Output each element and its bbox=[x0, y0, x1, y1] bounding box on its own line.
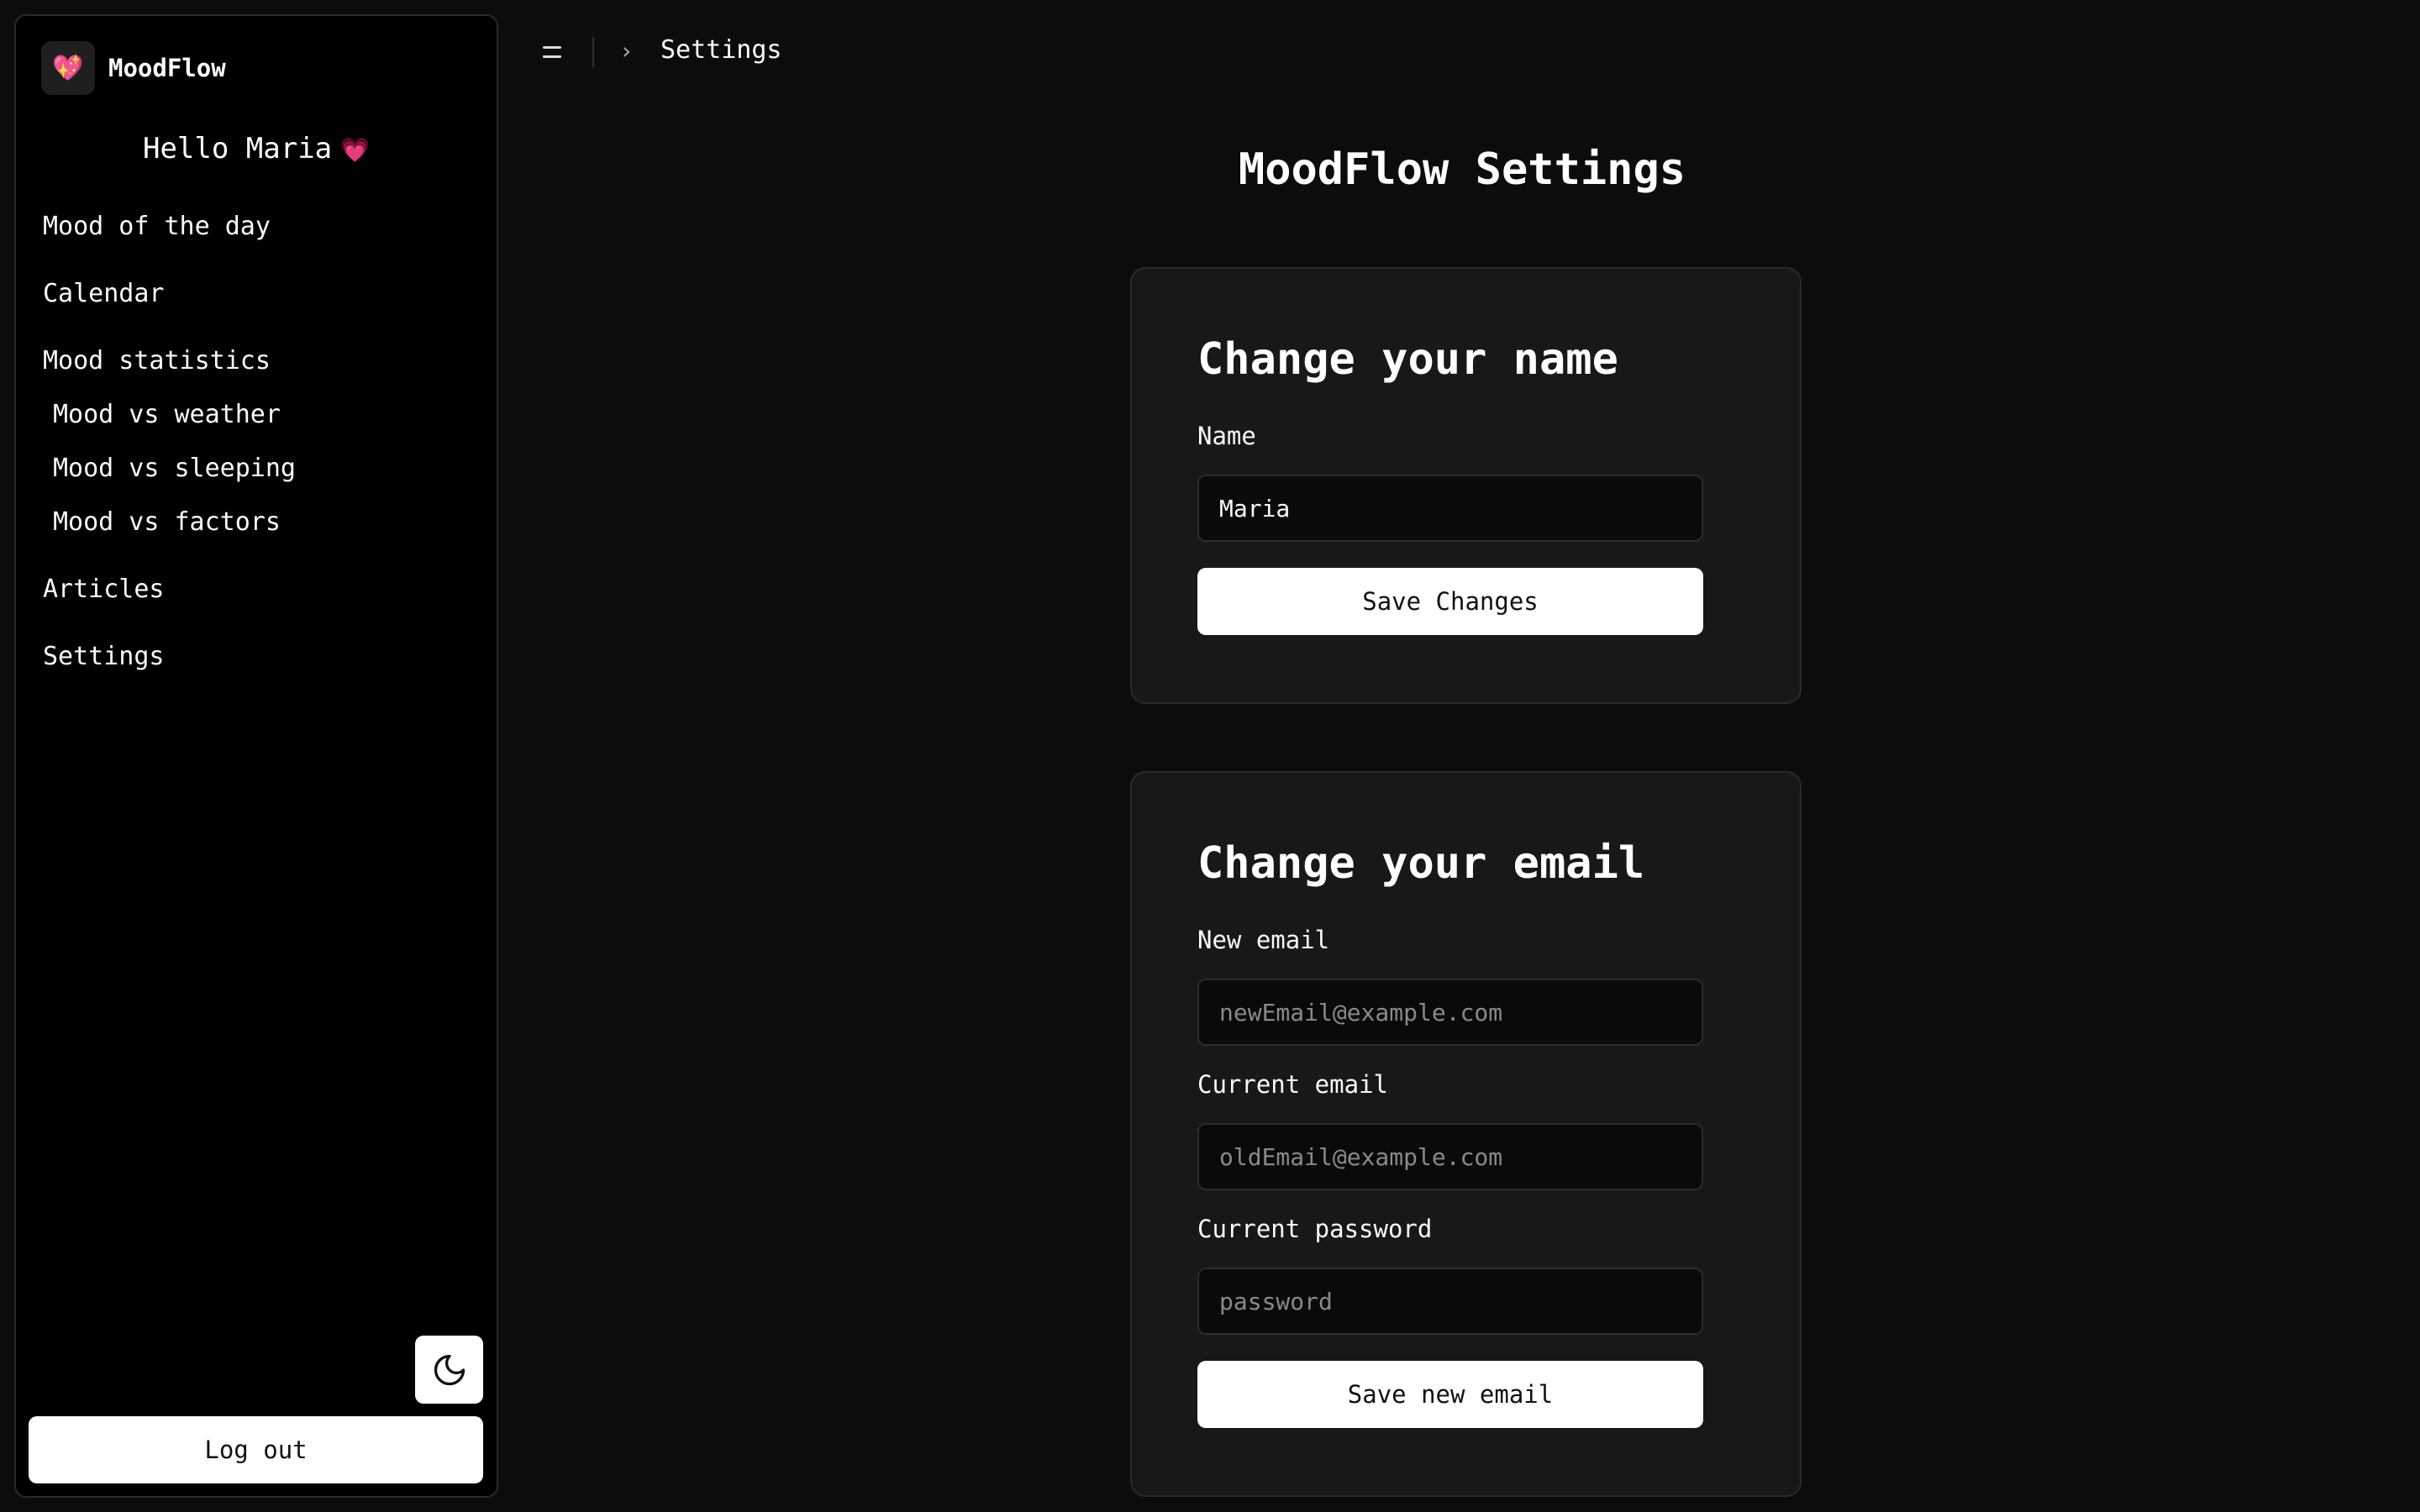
new-email-input[interactable] bbox=[1197, 979, 1703, 1046]
topbar-divider bbox=[592, 37, 594, 67]
chevron-right-icon: › bbox=[622, 37, 632, 65]
sidebar-item-settings[interactable]: Settings bbox=[43, 642, 165, 671]
change-email-card: Change your email New email Current emai… bbox=[1130, 771, 1802, 1497]
heart-icon: 💗 bbox=[340, 136, 371, 164]
change-name-heading: Change your name bbox=[1197, 334, 1618, 385]
change-name-card: Change your name Name Save Changes bbox=[1130, 267, 1802, 704]
logout-button[interactable]: Log out bbox=[29, 1416, 483, 1483]
sidebar: 💖 MoodFlow Hello Maria 💗 Mood of the day … bbox=[14, 14, 498, 1498]
sidebar-item-articles[interactable]: Articles bbox=[43, 575, 165, 604]
page-title: MoodFlow Settings bbox=[1238, 144, 1686, 195]
moon-icon bbox=[434, 1354, 465, 1385]
app-name: MoodFlow bbox=[108, 54, 226, 82]
sidebar-item-mood-vs-sleeping[interactable]: Mood vs sleeping bbox=[53, 454, 296, 483]
name-input[interactable] bbox=[1197, 475, 1703, 542]
sparkling-heart-icon: 💖 bbox=[41, 41, 95, 95]
current-email-input[interactable] bbox=[1197, 1123, 1703, 1190]
sidebar-item-calendar[interactable]: Calendar bbox=[43, 279, 165, 308]
current-email-label: Current email bbox=[1197, 1070, 1388, 1099]
greeting-text: Hello Maria bbox=[142, 132, 333, 165]
sidebar-item-mood-of-the-day[interactable]: Mood of the day bbox=[43, 212, 271, 241]
breadcrumb-current: Settings bbox=[660, 35, 782, 65]
save-new-email-button[interactable]: Save new email bbox=[1197, 1361, 1703, 1428]
theme-toggle-button[interactable] bbox=[415, 1336, 483, 1404]
sidebar-item-mood-statistics[interactable]: Mood statistics bbox=[43, 346, 271, 375]
save-changes-button[interactable]: Save Changes bbox=[1197, 568, 1703, 635]
sidebar-item-mood-vs-weather[interactable]: Mood vs weather bbox=[53, 400, 281, 429]
current-password-input[interactable] bbox=[1197, 1268, 1703, 1335]
greeting: Hello Maria 💗 bbox=[16, 132, 497, 165]
current-password-label: Current password bbox=[1197, 1215, 1433, 1243]
brand[interactable]: 💖 MoodFlow bbox=[41, 41, 226, 95]
sidebar-toggle-icon[interactable] bbox=[543, 42, 566, 62]
sidebar-item-mood-vs-factors[interactable]: Mood vs factors bbox=[53, 507, 281, 537]
new-email-label: New email bbox=[1197, 926, 1330, 954]
change-email-heading: Change your email bbox=[1197, 838, 1645, 889]
name-label: Name bbox=[1197, 422, 1256, 450]
